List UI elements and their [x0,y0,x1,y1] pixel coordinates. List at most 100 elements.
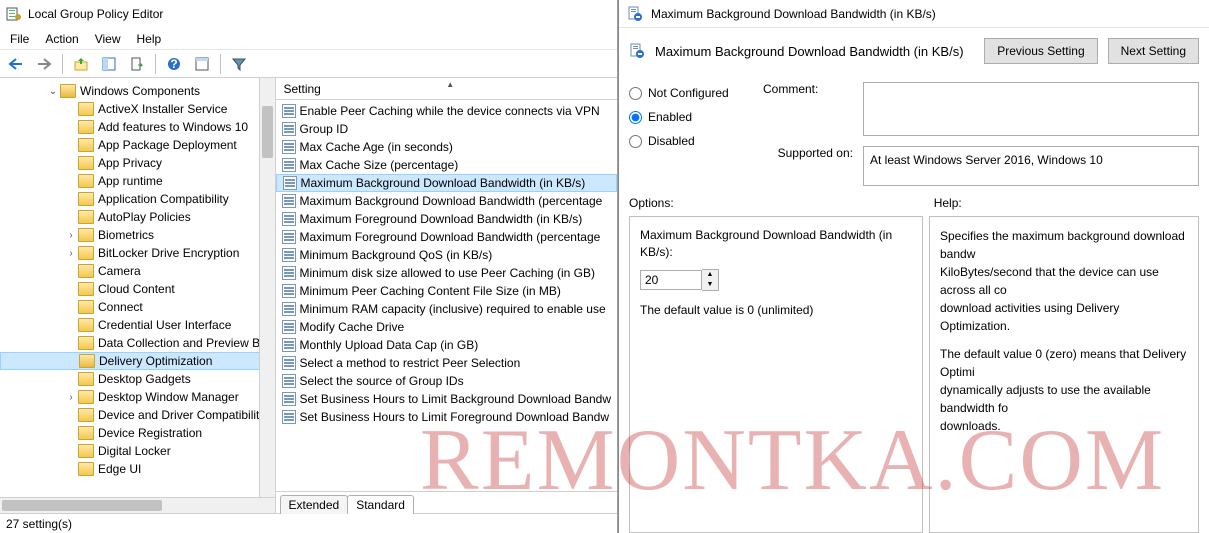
help-header: Help: [934,196,962,210]
setting-row[interactable]: Max Cache Size (percentage) [276,156,618,174]
folder-icon [78,408,94,422]
section-headers: Options: Help: [619,190,1209,210]
setting-row[interactable]: Maximum Foreground Download Bandwidth (p… [276,228,618,246]
tree-vthumb[interactable] [262,106,273,158]
setting-row[interactable]: Set Business Hours to Limit Foreground D… [276,408,618,426]
twisty-icon[interactable]: ⌄ [46,86,60,97]
radio-enabled[interactable]: Enabled [629,110,749,124]
setting-row[interactable]: Maximum Foreground Download Bandwidth (i… [276,210,618,228]
tree-item[interactable]: Cloud Content [0,280,275,298]
tree-item[interactable]: Delivery Optimization [0,352,275,370]
setting-row[interactable]: Group ID [276,120,618,138]
twisty-icon[interactable]: › [64,230,78,241]
setting-row[interactable]: Maximum Background Download Bandwidth (p… [276,192,618,210]
tree-item[interactable]: Edge UI [0,460,275,478]
radio-not-configured[interactable]: Not Configured [629,86,749,100]
tree-item[interactable]: ›Desktop Window Manager [0,388,275,406]
tree-item[interactable]: AutoPlay Policies [0,208,275,226]
radio-enabled-input[interactable] [629,111,642,124]
bandwidth-spinner: ▲ ▼ [640,269,912,291]
spinner-up[interactable]: ▲ [702,270,718,280]
setting-row[interactable]: Modify Cache Drive [276,318,618,336]
radio-disabled-input[interactable] [629,135,642,148]
tree-label: Desktop Gadgets [98,372,191,386]
tree-item[interactable]: App Privacy [0,154,275,172]
tree-item[interactable]: Connect [0,298,275,316]
export-button[interactable] [125,53,149,75]
tree-item[interactable]: App runtime [0,172,275,190]
forward-button[interactable] [32,53,56,75]
setting-row[interactable]: Select the source of Group IDs [276,372,618,390]
tree-item[interactable]: App Package Deployment [0,136,275,154]
tree-item[interactable]: ›Biometrics [0,226,275,244]
setting-row[interactable]: Monthly Upload Data Cap (in GB) [276,336,618,354]
tree-item[interactable]: Credential User Interface [0,316,275,334]
supported-text: At least Windows Server 2016, Windows 10 [870,153,1103,167]
spacer [940,335,1188,345]
column-header-setting[interactable]: Setting ▲ [276,78,618,100]
up-button[interactable] [69,53,93,75]
tree-label: App runtime [98,174,163,188]
tree-label: Credential User Interface [98,318,231,332]
twisty-icon[interactable]: › [64,248,78,259]
radio-disabled[interactable]: Disabled [629,134,749,148]
properties-button[interactable] [190,53,214,75]
tab-standard[interactable]: Standard [347,495,414,514]
tree-item[interactable]: Camera [0,262,275,280]
spinner-down[interactable]: ▼ [702,280,718,290]
setting-row[interactable]: Max Cache Age (in seconds) [276,138,618,156]
next-setting-button[interactable]: Next Setting [1108,38,1199,64]
comment-box[interactable] [863,82,1199,136]
tab-extended[interactable]: Extended [280,495,349,514]
setting-row[interactable]: Maximum Background Download Bandwidth (i… [276,174,618,192]
twisty-icon[interactable]: › [64,392,78,403]
tree-item[interactable]: Application Compatibility [0,190,275,208]
menu-action[interactable]: Action [45,32,78,46]
spinner-buttons: ▲ ▼ [702,269,719,291]
tree-label: App Package Deployment [98,138,237,152]
tree-item[interactable]: Digital Locker [0,442,275,460]
tree-label: Cloud Content [98,282,175,296]
folder-icon [78,282,94,296]
filter-button[interactable] [227,53,251,75]
policy-item-icon [282,230,296,244]
tree-item[interactable]: Add features to Windows 10 [0,118,275,136]
setting-row[interactable]: Enable Peer Caching while the device con… [276,102,618,120]
tree-item[interactable]: Device Registration [0,424,275,442]
tree-scroll: ⌄Windows Components ActiveX Installer Ser… [0,78,275,497]
tree-item[interactable]: ActiveX Installer Service [0,100,275,118]
help-line: dynamically adjusts to use the available… [940,381,1188,417]
back-button[interactable] [4,53,28,75]
setting-row[interactable]: Minimum Peer Caching Content File Size (… [276,282,618,300]
folder-icon [78,210,94,224]
tree-hscrollbar[interactable] [0,497,275,513]
show-hide-tree-button[interactable] [97,53,121,75]
setting-row[interactable]: Minimum disk size allowed to use Peer Ca… [276,264,618,282]
tree-vscrollbar[interactable] [259,78,275,497]
menu-view[interactable]: View [95,32,121,46]
tree-item[interactable]: Data Collection and Preview Bu [0,334,275,352]
tree-item[interactable]: Desktop Gadgets [0,370,275,388]
setting-label: Group ID [300,122,349,136]
tree-label: Digital Locker [98,444,171,458]
tree-root[interactable]: ⌄Windows Components [0,82,275,100]
dialog-title: Maximum Background Download Bandwidth (i… [651,7,936,21]
setting-row[interactable]: Minimum RAM capacity (inclusive) require… [276,300,618,318]
setting-label: Minimum RAM capacity (inclusive) require… [300,302,606,316]
setting-row[interactable]: Set Business Hours to Limit Background D… [276,390,618,408]
tree-label: ActiveX Installer Service [98,102,227,116]
setting-row[interactable]: Minimum Background QoS (in KB/s) [276,246,618,264]
status-text: 27 setting(s) [6,517,72,531]
bandwidth-input[interactable] [640,270,702,290]
folder-icon [78,372,94,386]
folder-icon [78,120,94,134]
help-button[interactable]: ? [162,53,186,75]
previous-setting-button[interactable]: Previous Setting [984,38,1097,64]
tree-item[interactable]: Device and Driver Compatibility [0,406,275,424]
menu-help[interactable]: Help [137,32,162,46]
tree-item[interactable]: ›BitLocker Drive Encryption [0,244,275,262]
setting-row[interactable]: Select a method to restrict Peer Selecti… [276,354,618,372]
tree-hthumb[interactable] [2,500,162,511]
radio-not-configured-input[interactable] [629,87,642,100]
menu-file[interactable]: File [10,32,29,46]
